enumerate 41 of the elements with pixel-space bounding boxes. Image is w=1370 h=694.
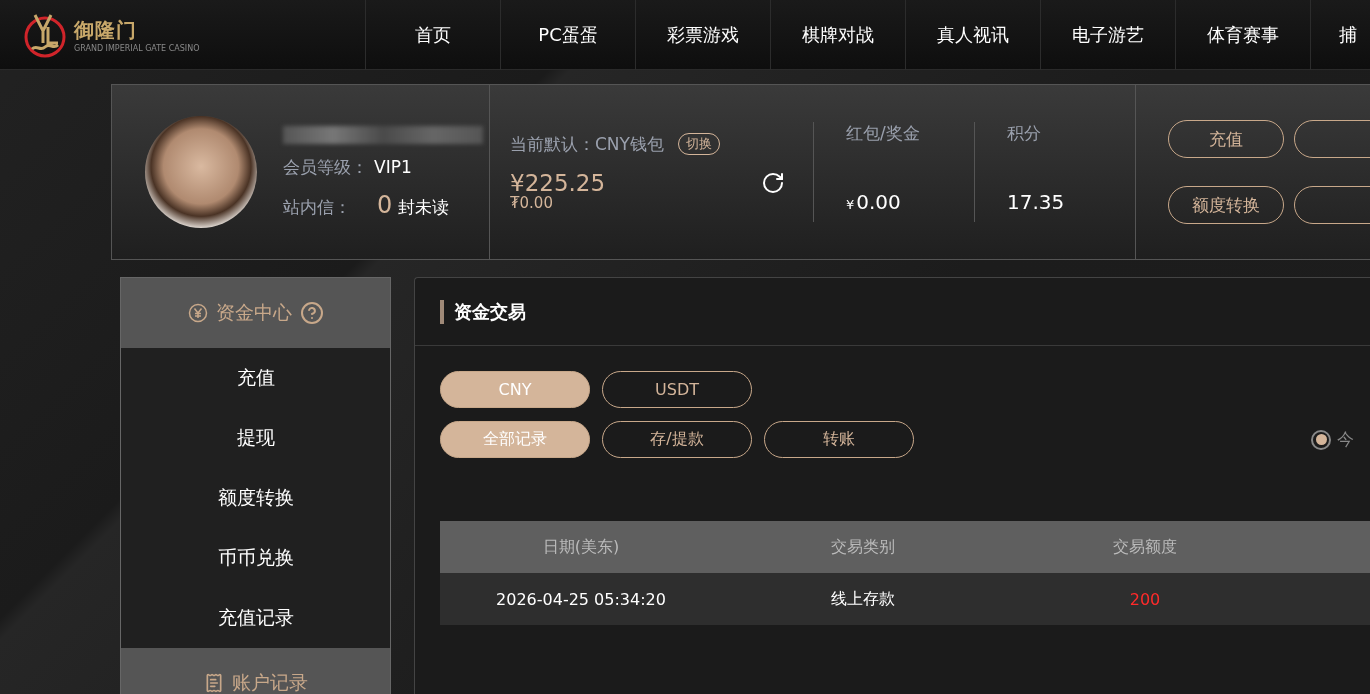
- vip-level: VIP1: [374, 156, 412, 177]
- column-header: 交易额度: [1112, 536, 1178, 558]
- help-icon[interactable]: [299, 301, 324, 325]
- nav-link[interactable]: 体育赛事: [1175, 0, 1310, 70]
- column-header: 日期(美东): [541, 536, 621, 558]
- points-label: 积分: [1007, 122, 1042, 145]
- radio-button[interactable]: [1311, 429, 1331, 450]
- nav-link[interactable]: 捕: [1310, 0, 1370, 70]
- nav-link[interactable]: PC蛋蛋: [500, 0, 635, 70]
- yen-sign: ¥: [846, 197, 855, 212]
- column-header: 交易类别: [830, 536, 896, 558]
- nav-link[interactable]: 真人视讯: [905, 0, 1040, 70]
- brand-tagline: GRAND IMPERIAL GATE CASINO: [74, 43, 200, 53]
- unread-label: 封未读: [398, 195, 450, 219]
- date-cell-text: 2026-04-25 05:34:20: [495, 589, 667, 609]
- amount-cell-text: 200: [1128, 589, 1162, 609]
- unread-count: 0: [377, 190, 393, 219]
- bonus-value: 0.00: [856, 190, 901, 214]
- nav-link[interactable]: 首页: [365, 0, 500, 70]
- mail-label: 站内信：: [283, 195, 351, 219]
- section-title: 资金中心: [215, 300, 292, 325]
- brand-name: 御隆门: [74, 16, 138, 44]
- yen-coin-icon: [187, 303, 208, 323]
- radio-label: 今: [1337, 428, 1354, 451]
- nav-link[interactable]: 棋牌对战: [770, 0, 905, 70]
- default-wallet-label: 当前默认：CNY钱包: [510, 132, 664, 156]
- title-accent-bar: [440, 299, 444, 324]
- receipt-icon: [203, 673, 224, 693]
- panel-title: 资金交易: [454, 299, 526, 324]
- section-title: 账户记录: [231, 670, 308, 694]
- points-value: 17.35: [1007, 190, 1066, 214]
- type-cell-text: 线上存款: [830, 588, 896, 610]
- nav-link[interactable]: 电子游艺: [1040, 0, 1175, 70]
- cny-balance: ¥225.25: [510, 169, 606, 196]
- sidebar-item[interactable]: 提现: [121, 408, 390, 468]
- nav-link[interactable]: 彩票游戏: [635, 0, 770, 70]
- sidebar-item[interactable]: 充值: [121, 348, 390, 408]
- level-label: 会员等级：: [283, 155, 368, 179]
- bonus-label: 红包/奖金: [846, 122, 921, 145]
- refresh-icon[interactable]: [761, 170, 785, 195]
- usdt-balance: ₮0.00: [510, 193, 554, 212]
